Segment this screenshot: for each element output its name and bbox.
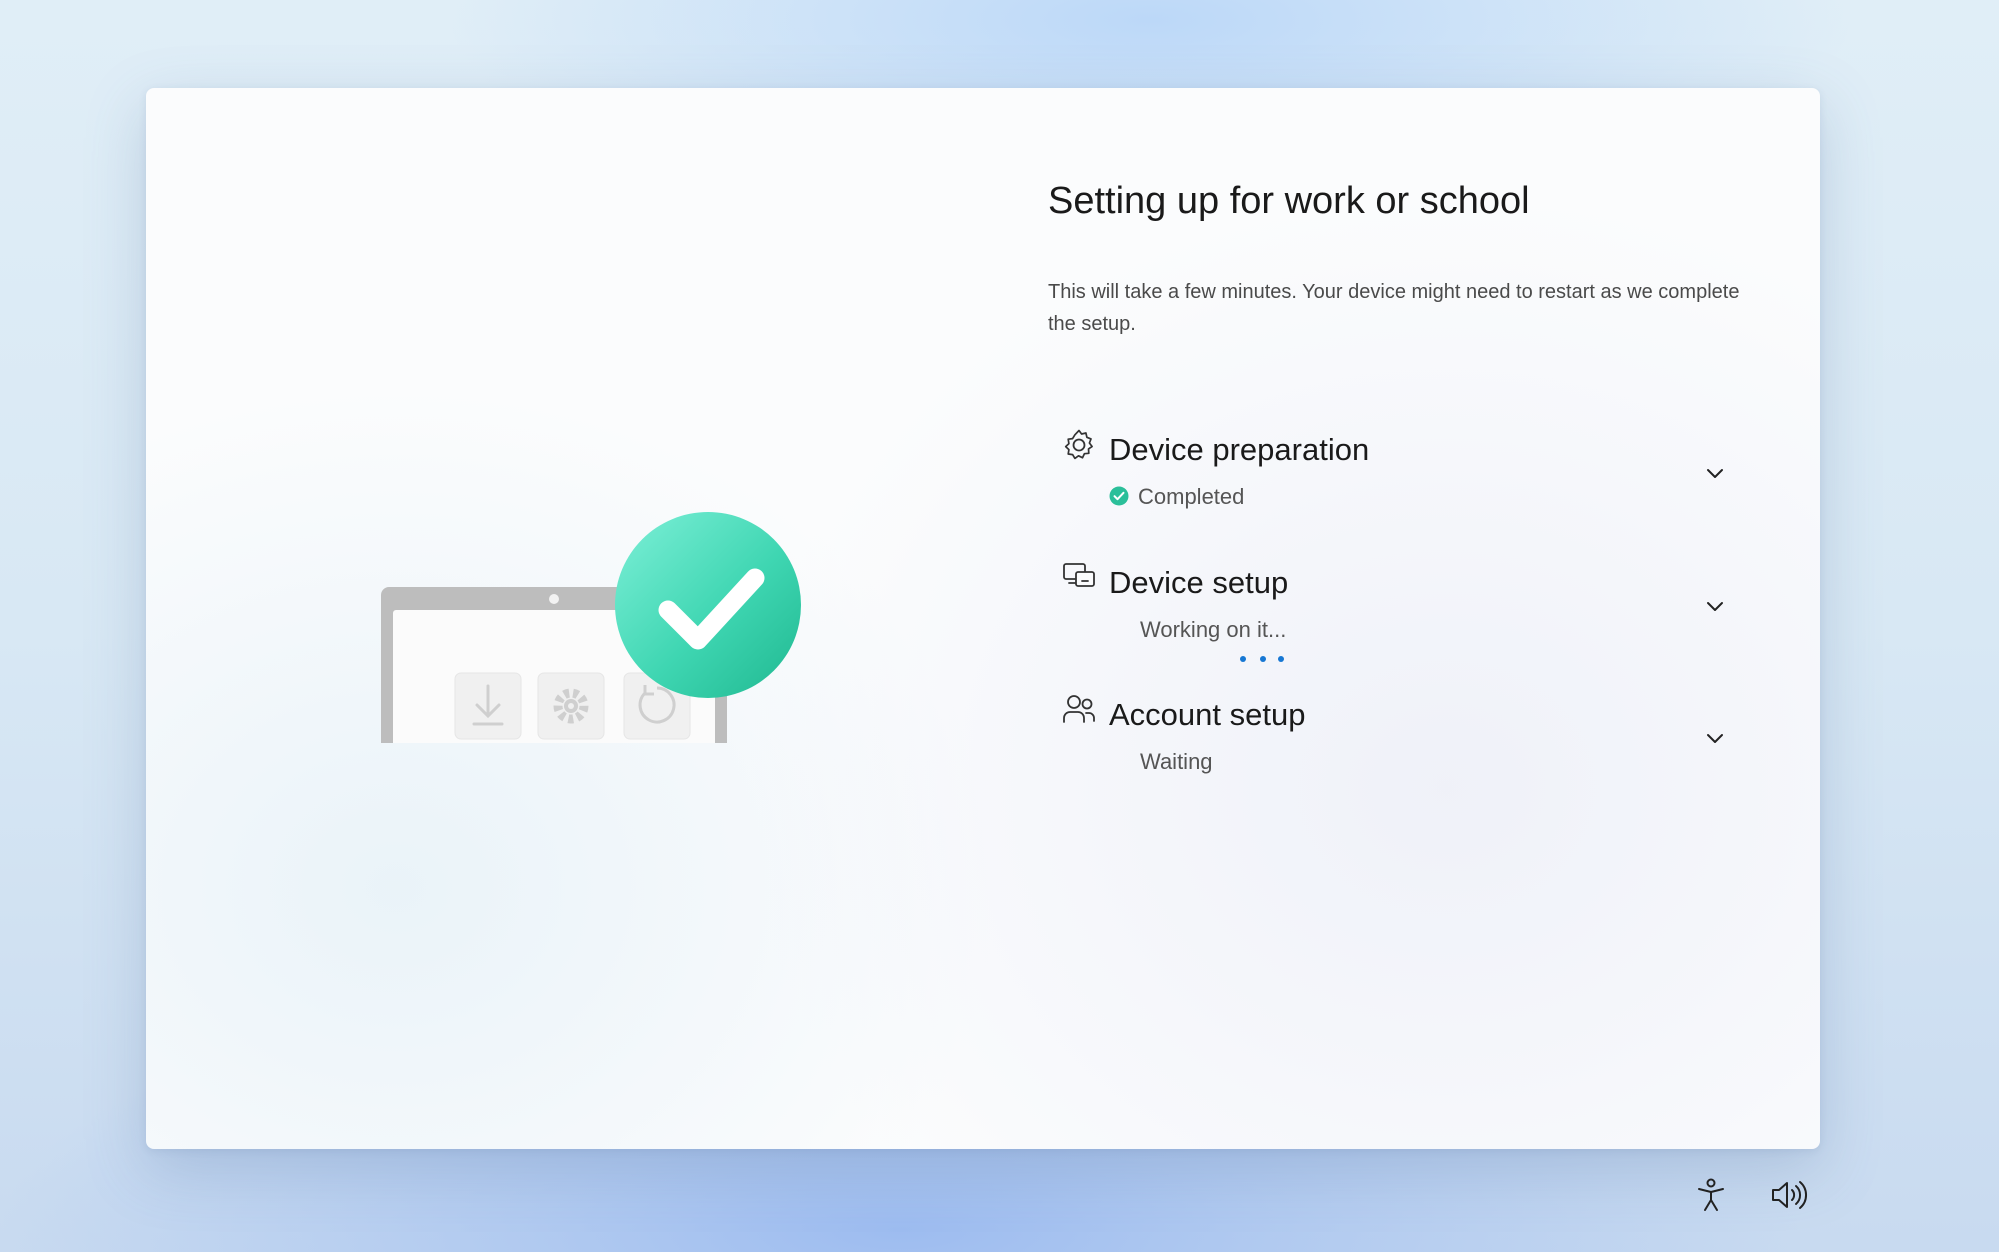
chevron-down-icon[interactable]: [1700, 458, 1730, 488]
accessibility-icon[interactable]: [1691, 1175, 1731, 1215]
step-device-preparation[interactable]: Device preparation Completed: [1062, 428, 1742, 528]
laptop-checkmark-illustration: [381, 512, 801, 743]
device-icon: [1063, 563, 1095, 587]
volume-icon[interactable]: [1768, 1175, 1808, 1215]
step-status: Waiting: [1140, 749, 1213, 774]
setup-card: Setting up for work or school This will …: [146, 88, 1820, 1149]
step-device-setup[interactable]: Device setup Working on it...: [1062, 561, 1742, 662]
progress-indicator: [1240, 656, 1300, 666]
step-status: Completed: [1138, 484, 1245, 509]
step-label: Device preparation: [1109, 432, 1370, 467]
people-icon: [1063, 695, 1095, 723]
page-subtitle: This will take a few minutes. Your devic…: [1048, 281, 1740, 335]
step-label: Account setup: [1109, 697, 1306, 732]
step-label: Device setup: [1109, 565, 1289, 600]
completed-check-icon: [1109, 486, 1129, 506]
step-account-setup[interactable]: Account setup Waiting: [1062, 693, 1742, 793]
gear-icon: [1064, 429, 1093, 460]
chevron-down-icon[interactable]: [1700, 591, 1730, 621]
step-status: Working on it...: [1140, 617, 1287, 642]
chevron-down-icon[interactable]: [1700, 723, 1730, 753]
page-title: Setting up for work or school: [1048, 180, 1530, 222]
